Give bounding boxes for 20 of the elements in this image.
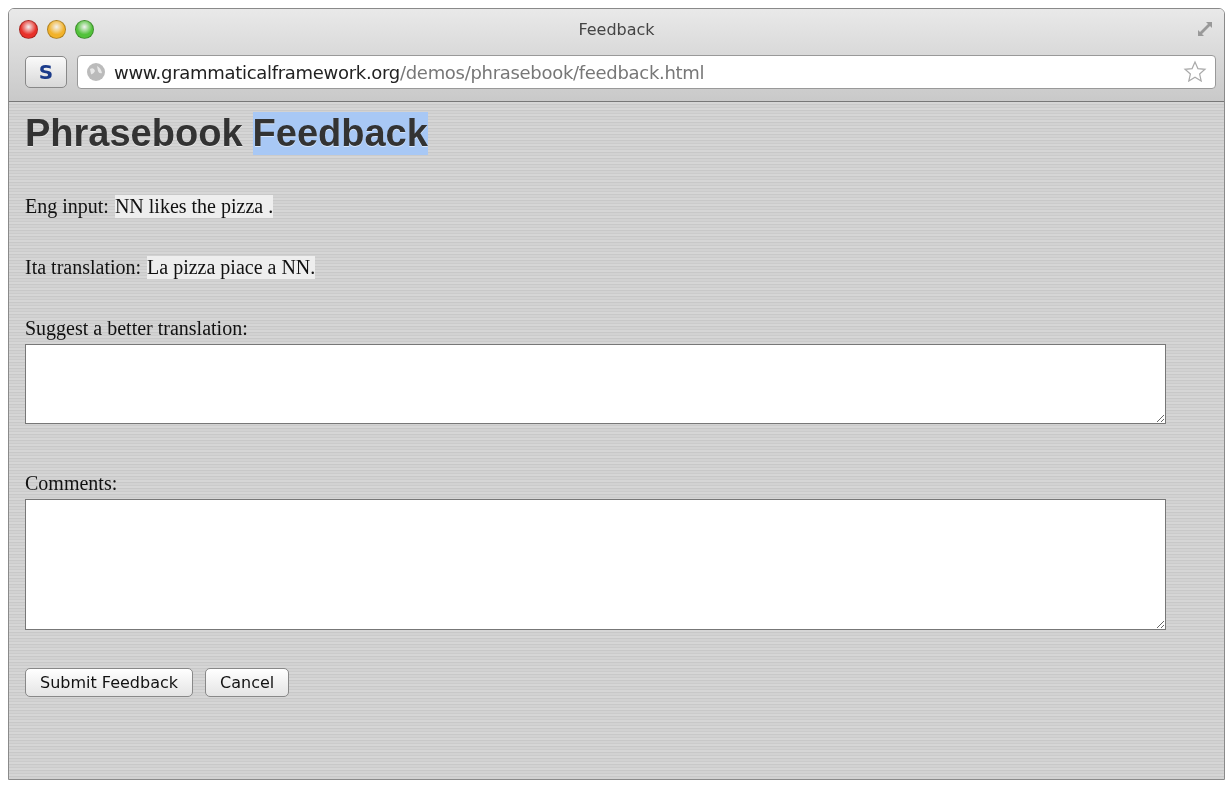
globe-icon: [86, 62, 106, 82]
text-area[interactable]: [25, 344, 1166, 424]
address-bar[interactable]: www.grammaticalframework.org/demos/phrasebook/feedback.html: [77, 55, 1216, 89]
info-value: NN likes the pizza .: [114, 195, 274, 218]
close-button[interactable]: [19, 19, 38, 39]
info-label: Eng input:: [25, 195, 109, 218]
field-label: Suggest a better translation:: [25, 317, 249, 340]
info-label: Ita translation:: [25, 256, 142, 279]
star-icon[interactable]: [1183, 60, 1207, 84]
window-title: Feedback: [578, 19, 655, 39]
minimize-button[interactable]: [47, 19, 66, 39]
field-label: Comments:: [25, 472, 119, 495]
fullscreen-icon[interactable]: [1196, 20, 1214, 38]
submit-button[interactable]: Submit Feedback: [25, 668, 194, 697]
url-text: www.grammaticalframework.org/demos/phrasebook/feedback.html: [114, 61, 705, 83]
zoom-button[interactable]: [75, 19, 94, 39]
cancel-button[interactable]: Cancel: [205, 668, 290, 697]
page-heading: Phrasebook Feedback: [25, 112, 429, 155]
extension-button[interactable]: S: [25, 56, 67, 88]
info-value: La pizza piace a NN.: [147, 256, 316, 279]
